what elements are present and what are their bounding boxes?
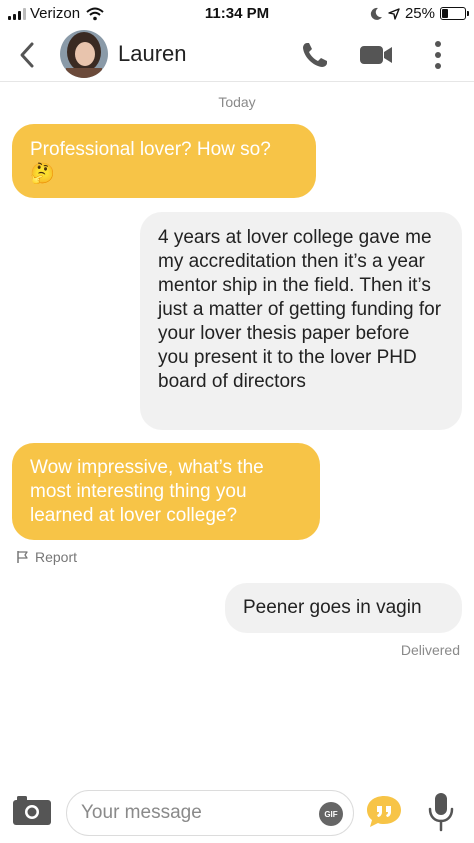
moon-icon <box>370 7 382 20</box>
status-bar: Verizon 11:34 PM 25% <box>0 0 474 28</box>
video-camera-icon[interactable] <box>359 43 393 67</box>
battery-icon <box>440 7 469 20</box>
message-text: Peener goes in vagin <box>243 597 422 618</box>
message-incoming[interactable]: Professional lover? How so? 🤔 <box>12 124 316 198</box>
flag-icon <box>17 551 28 563</box>
message-text: Professional lover? How so? <box>30 139 271 160</box>
message-text: Wow impressive, what’s the most interest… <box>30 457 264 526</box>
thinking-face-emoji: 🤔 <box>30 163 55 185</box>
report-label: Report <box>35 549 78 565</box>
status-right: 25% <box>369 5 469 22</box>
phone-icon[interactable] <box>300 40 330 70</box>
chat-header: Lauren <box>0 28 474 82</box>
microphone-icon[interactable] <box>428 792 454 832</box>
avatar[interactable] <box>60 30 108 78</box>
message-composer: GIF <box>0 780 474 843</box>
contact-name[interactable]: Lauren <box>118 41 187 67</box>
day-divider: Today <box>218 94 256 110</box>
delivery-status: Delivered <box>400 642 460 658</box>
message-incoming[interactable]: Wow impressive, what’s the most interest… <box>12 443 320 540</box>
gif-button[interactable]: GIF <box>319 802 343 826</box>
camera-icon[interactable] <box>12 794 52 826</box>
message-input-wrapper: GIF <box>66 790 354 836</box>
message-input[interactable] <box>81 801 311 825</box>
chevron-left-icon[interactable] <box>14 40 42 70</box>
quote-bubble-icon[interactable] <box>366 794 402 828</box>
message-text: 4 years at lover college gave me my accr… <box>158 227 442 392</box>
message-outgoing[interactable]: Peener goes in vagin <box>225 583 462 633</box>
message-outgoing[interactable]: 4 years at lover college gave me my accr… <box>140 212 462 430</box>
more-vertical-icon[interactable] <box>428 39 448 71</box>
battery-level <box>442 9 448 18</box>
report-button[interactable]: Report <box>16 549 77 565</box>
location-arrow-icon <box>388 7 400 20</box>
battery-percent: 25% <box>404 5 435 22</box>
